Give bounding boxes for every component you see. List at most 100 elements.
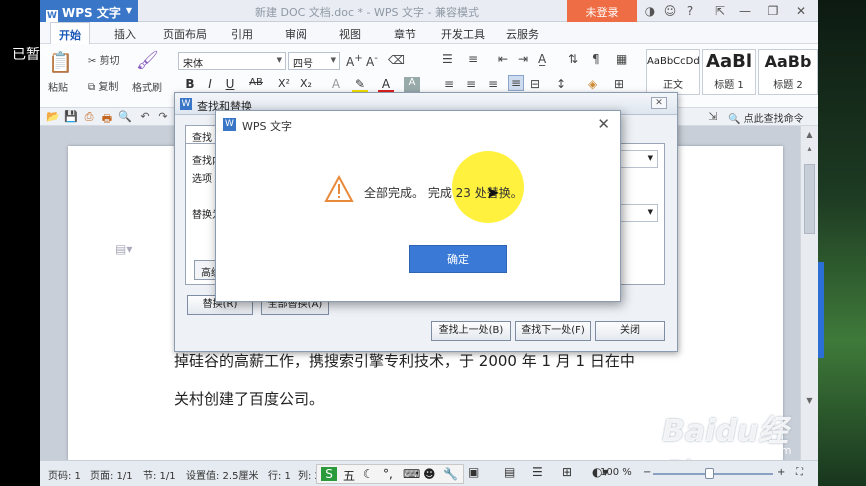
distribute-icon[interactable]: ⊟: [530, 77, 540, 91]
restore-icon[interactable]: ❐: [765, 3, 781, 19]
document-line[interactable]: 掉硅谷的高薪工作，携搜索引擎专利技术，于 2000 年 1 月 1 日在中: [174, 350, 635, 371]
preview-icon[interactable]: 🔍: [118, 110, 132, 124]
tab-page-layout[interactable]: 页面布局: [163, 26, 207, 42]
pin-icon[interactable]: ⇲: [706, 110, 720, 124]
strikethrough-icon[interactable]: AB: [248, 77, 264, 93]
find-previous-button[interactable]: 查找上一处(B): [431, 321, 511, 341]
bullets-icon[interactable]: ☰: [442, 52, 453, 66]
view-page-icon[interactable]: ▤: [504, 465, 515, 479]
prev-page-icon[interactable]: ▴: [804, 144, 815, 153]
style-heading-1[interactable]: AaBl 标题 1: [702, 49, 756, 95]
view-read-icon[interactable]: ▣: [468, 465, 479, 479]
window-mode-icon[interactable]: ⇱: [712, 3, 728, 19]
ime-toolbar[interactable]: S 五 ☾ °, ⌨ ☻ 🔧: [316, 464, 464, 484]
highlight-icon[interactable]: ✎: [352, 77, 368, 93]
paragraph-handle-icon[interactable]: ▤▾: [115, 242, 132, 256]
zoom-out-icon[interactable]: −: [643, 467, 651, 478]
font-color-icon[interactable]: A: [378, 77, 394, 93]
login-button[interactable]: 未登录: [567, 0, 637, 22]
view-web-icon[interactable]: ⊞: [562, 465, 572, 479]
open-icon[interactable]: 📂: [46, 110, 60, 124]
grow-font-icon[interactable]: A+: [346, 53, 363, 69]
sort-icon[interactable]: ⇅: [568, 52, 578, 66]
style-heading-1-name: 标题 1: [714, 80, 744, 91]
font-size-select[interactable]: 四号 ▼: [288, 52, 340, 70]
command-search[interactable]: 🔍 点此查找命令: [728, 110, 804, 125]
numbering-icon[interactable]: ≡: [468, 52, 478, 66]
tab-developer[interactable]: 开发工具: [441, 26, 485, 42]
close-button[interactable]: 关闭: [595, 321, 665, 341]
cut-button[interactable]: ✂ 剪切: [88, 52, 120, 67]
tab-start[interactable]: 开始: [50, 22, 90, 44]
view-outline-icon[interactable]: ☰: [532, 465, 543, 479]
feedback-icon[interactable]: ☺: [662, 3, 678, 19]
style-normal-name: 正文: [663, 80, 683, 91]
style-heading-2[interactable]: AaBb 标题 2: [758, 49, 818, 95]
superscript-icon[interactable]: X²: [276, 77, 292, 93]
help-icon[interactable]: ?: [682, 3, 698, 19]
chinese-layout-icon[interactable]: A̲: [538, 52, 546, 66]
user-icon[interactable]: ☻: [423, 467, 436, 481]
style-normal[interactable]: AaBbCcDd 正文: [646, 49, 700, 95]
char-shading-icon[interactable]: A: [404, 77, 420, 93]
keyboard-icon[interactable]: ⌨: [403, 467, 420, 481]
scroll-up-icon[interactable]: ▲: [804, 130, 815, 139]
save-icon[interactable]: 💾: [64, 110, 78, 124]
borders-icon[interactable]: ⊞: [614, 77, 624, 91]
align-right-icon[interactable]: ≡: [488, 77, 498, 91]
subscript-icon[interactable]: X₂: [298, 77, 314, 93]
zoom-level[interactable]: 100 %: [600, 467, 632, 478]
show-marks-icon[interactable]: ¶: [592, 52, 600, 66]
ime-logo-icon[interactable]: S: [321, 467, 337, 481]
tab-references[interactable]: 引用: [231, 26, 253, 42]
moon-icon[interactable]: ☾: [363, 467, 374, 481]
tab-review[interactable]: 审阅: [285, 26, 307, 42]
punctuation-icon[interactable]: °,: [383, 467, 393, 481]
table-border-icon[interactable]: ▦: [616, 52, 627, 66]
app-menu-button[interactable]: W WPS 文字 ▼: [40, 0, 138, 22]
print-icon[interactable]: 🖶: [100, 110, 114, 125]
increase-indent-icon[interactable]: ⇥: [518, 52, 528, 66]
zoom-in-icon[interactable]: +: [777, 467, 785, 478]
close-icon[interactable]: ✕: [597, 115, 610, 133]
font-name-select[interactable]: 宋体 ▼: [178, 52, 286, 70]
align-center-icon[interactable]: ≡: [466, 77, 476, 91]
find-next-button[interactable]: 查找下一处(F): [515, 321, 591, 341]
ime-mode[interactable]: 五: [343, 467, 355, 484]
scroll-thumb[interactable]: [804, 164, 815, 234]
scroll-down-icon[interactable]: ▼: [804, 396, 815, 405]
pdf-icon[interactable]: ⎙: [82, 110, 96, 124]
fullscreen-icon[interactable]: ⛶: [796, 467, 803, 478]
document-line[interactable]: 关村创建了百度公司。: [174, 388, 324, 409]
underline-icon[interactable]: U: [222, 77, 238, 93]
message-title-bar[interactable]: W WPS 文字 ✕: [216, 111, 620, 137]
align-left-icon[interactable]: ≡: [444, 77, 454, 91]
italic-icon[interactable]: I: [202, 77, 218, 93]
justify-icon[interactable]: ≡: [508, 75, 525, 91]
tab-chapter[interactable]: 章节: [394, 26, 416, 42]
close-icon[interactable]: ✕: [651, 97, 667, 109]
bold-icon[interactable]: B: [182, 77, 198, 93]
tab-cloud[interactable]: 云服务: [506, 26, 539, 42]
format-painter-button[interactable]: 格式刷: [132, 79, 162, 94]
style-heading-1-sample: AaBl: [706, 51, 752, 72]
tab-view[interactable]: 视图: [339, 26, 361, 42]
minimize-icon[interactable]: —: [737, 3, 753, 19]
line-spacing-icon[interactable]: ↕: [556, 77, 566, 91]
ok-button[interactable]: 确定: [409, 245, 507, 273]
paste-button[interactable]: 粘贴: [48, 79, 68, 94]
undo-icon[interactable]: ↶: [138, 110, 152, 124]
copy-button[interactable]: ⧉ 复制: [88, 78, 118, 93]
text-effect-icon[interactable]: A: [328, 77, 344, 93]
wrench-icon[interactable]: 🔧: [443, 467, 458, 481]
format-painter-icon[interactable]: 🖌: [136, 50, 159, 71]
redo-icon[interactable]: ↷: [156, 110, 170, 124]
decrease-indent-icon[interactable]: ⇤: [498, 52, 508, 66]
clear-format-icon[interactable]: ⌫: [388, 53, 405, 67]
paragraph-shading-icon[interactable]: ◈: [588, 77, 597, 91]
close-window-icon[interactable]: ✕: [793, 3, 809, 19]
zoom-slider-knob[interactable]: [705, 468, 714, 479]
skin-icon[interactable]: ◑: [642, 3, 658, 19]
tab-insert[interactable]: 插入: [114, 26, 136, 42]
shrink-font-icon[interactable]: A-: [366, 53, 378, 69]
